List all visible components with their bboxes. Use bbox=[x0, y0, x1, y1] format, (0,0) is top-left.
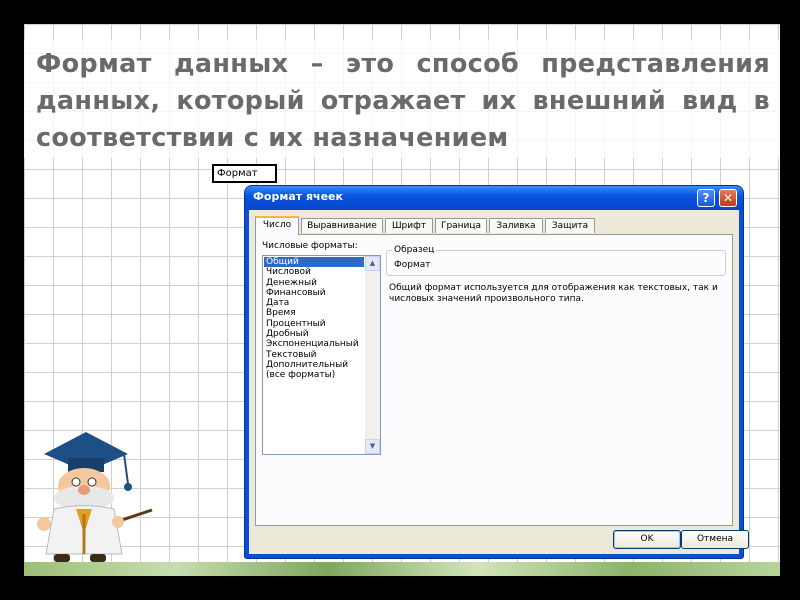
list-item[interactable]: Дополнительный bbox=[264, 360, 364, 370]
dialog-title: Формат ячеек bbox=[253, 190, 343, 203]
cancel-button[interactable]: Отмена bbox=[681, 530, 749, 549]
tassel bbox=[124, 483, 132, 491]
close-icon[interactable]: ✕ bbox=[719, 189, 737, 207]
list-item[interactable]: Текстовый bbox=[264, 350, 364, 360]
tab-border[interactable]: Граница bbox=[435, 218, 487, 233]
scroll-up-icon[interactable]: ▲ bbox=[365, 256, 380, 271]
help-icon[interactable]: ? bbox=[697, 189, 715, 207]
mascot-eye-left bbox=[71, 477, 81, 487]
formats-listbox[interactable]: Общий Числовой Денежный Финансовый Дата … bbox=[262, 255, 381, 455]
tassel-cord bbox=[123, 453, 129, 485]
mascot-shoe-left bbox=[54, 554, 70, 562]
tab-font[interactable]: Шрифт bbox=[385, 218, 433, 233]
sample-frame bbox=[386, 250, 726, 276]
list-item[interactable]: Время bbox=[264, 308, 364, 318]
formats-label: Числовые форматы: bbox=[262, 241, 358, 251]
mascot-eye-right bbox=[87, 477, 97, 487]
tab-fill[interactable]: Заливка bbox=[489, 218, 543, 233]
slide-heading: Формат данных – это способ представления… bbox=[36, 49, 770, 153]
tab-protection[interactable]: Защита bbox=[545, 218, 595, 233]
list-item[interactable]: Денежный bbox=[264, 278, 364, 288]
list-item[interactable]: Дата bbox=[264, 298, 364, 308]
dialog-body: Число Выравнивание Шрифт Граница Заливка… bbox=[249, 210, 749, 554]
mascot-hand bbox=[112, 516, 124, 528]
scroll-down-icon[interactable]: ▼ bbox=[365, 439, 380, 454]
list-item[interactable]: Числовой bbox=[264, 267, 364, 277]
list-item[interactable]: (все форматы) bbox=[264, 370, 364, 380]
ok-button[interactable]: OK bbox=[613, 530, 681, 549]
slide: Формат данных – это способ представления… bbox=[24, 24, 780, 576]
professor-mascot bbox=[37, 432, 153, 562]
sample-group: Образец Формат bbox=[386, 245, 726, 276]
list-item[interactable]: Общий bbox=[264, 257, 364, 268]
sample-title: Образец bbox=[392, 245, 437, 255]
list-item[interactable]: Процентный bbox=[264, 319, 364, 329]
dialog-titlebar[interactable]: Формат ячеек ? ✕ bbox=[245, 186, 743, 210]
selected-cell[interactable]: Формат bbox=[212, 164, 277, 183]
list-item[interactable]: Экспоненциальный bbox=[264, 339, 364, 349]
number-tab-panel: Числовые форматы: Общий Числовой Денежны… bbox=[255, 234, 733, 526]
sample-value: Формат bbox=[394, 260, 431, 270]
grass-band bbox=[24, 562, 780, 576]
format-description: Общий формат используется для отображени… bbox=[389, 283, 718, 304]
list-item[interactable]: Дробный bbox=[264, 329, 364, 339]
tab-number[interactable]: Число bbox=[255, 216, 299, 235]
format-cells-dialog: Формат ячеек ? ✕ Число Выравнивание Шриф… bbox=[245, 186, 749, 558]
tab-alignment[interactable]: Выравнивание bbox=[301, 218, 383, 233]
formats-scrollbar[interactable]: ▲ ▼ bbox=[365, 256, 380, 454]
list-item[interactable]: Финансовый bbox=[264, 288, 364, 298]
mascot-shoe-right bbox=[90, 554, 106, 562]
mascot-hand-left bbox=[37, 517, 51, 531]
mascot-nose bbox=[78, 485, 90, 495]
